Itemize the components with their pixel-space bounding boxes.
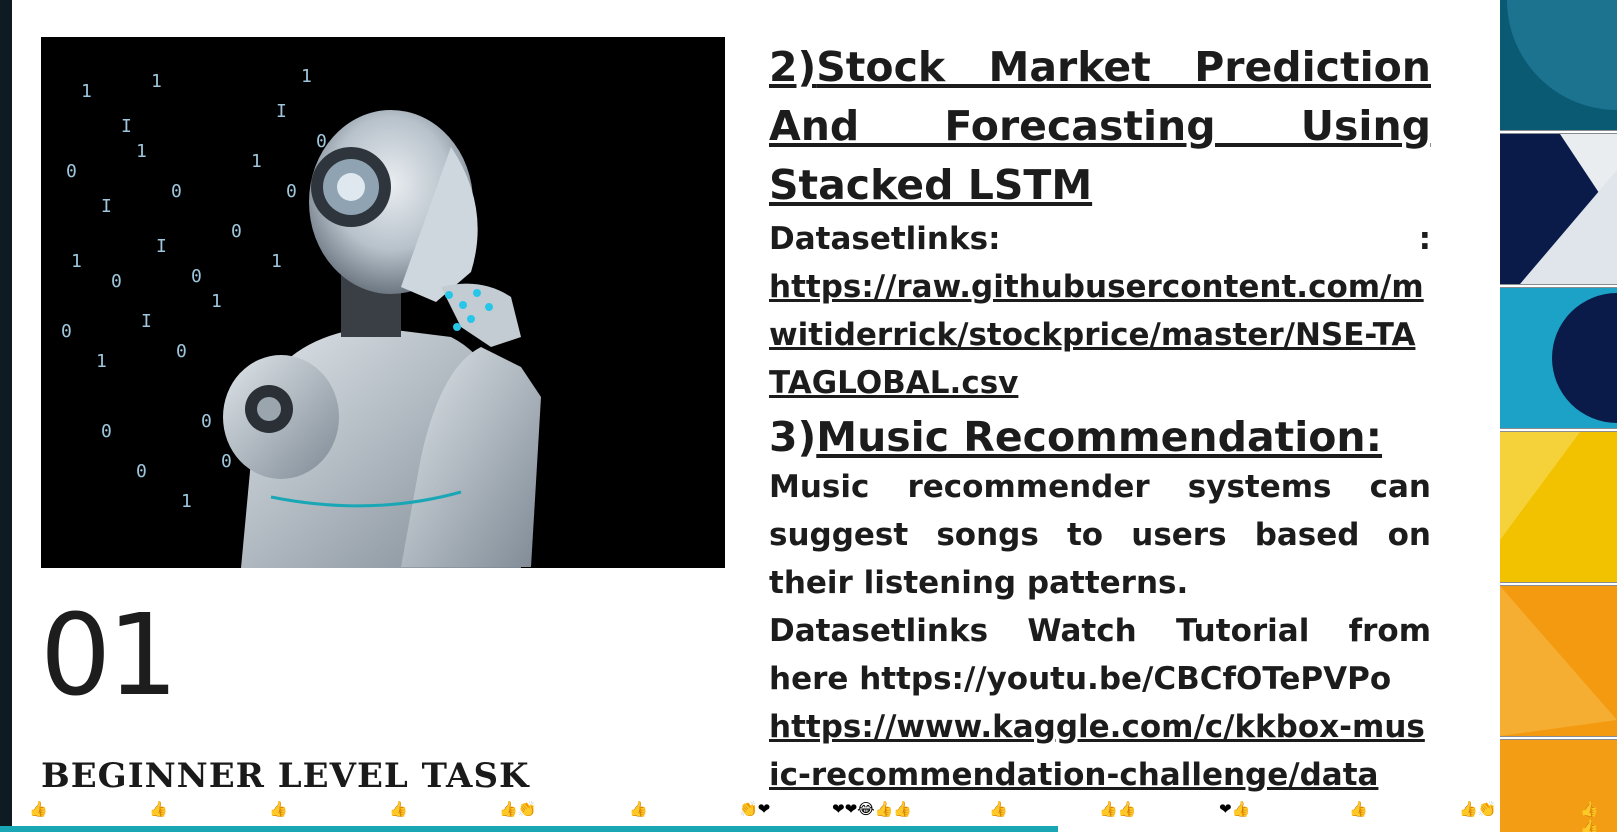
stock-dataset-link[interactable]: https://raw.githubusercontent.com/mwitid… (769, 263, 1431, 407)
section-2-title: Stock Market Prediction And Forecasting … (769, 43, 1431, 209)
dataset-colon: : (1418, 221, 1431, 257)
left-frame-edge (0, 0, 12, 832)
svg-text:0: 0 (136, 461, 147, 482)
reaction-3: 👍 (389, 800, 408, 818)
reaction-2: 👍 (269, 800, 288, 818)
reaction-13: 👍👍 (1580, 800, 1599, 832)
svg-text:1: 1 (251, 151, 262, 172)
reaction-1: 👍 (149, 800, 168, 818)
section-2-heading: 2)Stock Market Prediction And Forecastin… (769, 38, 1431, 215)
svg-text:1: 1 (136, 141, 147, 162)
kaggle-link[interactable]: https://www.kaggle.com/c/kkbox-music-rec… (769, 703, 1431, 799)
reaction-10: ❤👍 (1219, 800, 1251, 818)
reaction-6: 👏❤ (739, 800, 771, 818)
svg-text:0: 0 (101, 421, 112, 442)
section-3-heading: 3)Music Recommendation: (769, 411, 1431, 463)
svg-text:0: 0 (176, 341, 187, 362)
section-2-number: 2) (769, 43, 817, 91)
progress-bar (0, 826, 1058, 832)
svg-text:0: 0 (231, 221, 242, 242)
reaction-12: 👍👏 (1459, 800, 1497, 818)
decorative-tile-strip: 👍👍 (1500, 0, 1617, 832)
slide-content: 2)Stock Market Prediction And Forecastin… (769, 38, 1431, 799)
section-3-number: 3) (769, 413, 817, 461)
svg-text:0: 0 (201, 411, 212, 432)
reaction-11: 👍 (1349, 800, 1368, 818)
svg-text:1: 1 (301, 66, 312, 87)
reaction-strip: 👍 👍 👍 👍 👍👏 👍 👏❤ ❤❤😂👍👍 👍 👍👍 ❤👍 👍 👍👏 (12, 800, 1500, 824)
svg-text:0: 0 (221, 451, 232, 472)
reaction-0: 👍 (29, 800, 48, 818)
reaction-4: 👍👏 (499, 800, 537, 818)
svg-text:I: I (121, 116, 132, 137)
svg-text:1: 1 (81, 81, 92, 102)
reaction-5: 👍 (629, 800, 648, 818)
svg-text:0: 0 (111, 271, 122, 292)
reaction-9: 👍👍 (1099, 800, 1137, 818)
svg-text:1: 1 (181, 491, 192, 512)
svg-text:I: I (141, 311, 152, 332)
svg-text:I: I (156, 236, 167, 257)
music-description: Music recommender systems can suggest so… (769, 469, 1431, 601)
svg-text:1: 1 (211, 291, 222, 312)
svg-text:1: 1 (271, 251, 282, 272)
svg-text:0: 0 (171, 181, 182, 202)
svg-text:0: 0 (61, 321, 72, 342)
svg-text:I: I (101, 196, 112, 217)
reaction-8: 👍 (989, 800, 1008, 818)
music-dataset-line: Datasetlinks Watch Tutorial from here ht… (769, 613, 1431, 697)
robot-thinking-image: 1I1 0I1 010 I00 1I0 101 I10 000 010 001 (41, 37, 725, 568)
dataset-label: Datasetlinks: (769, 221, 1001, 257)
svg-text:0: 0 (66, 161, 77, 182)
svg-text:0: 0 (191, 266, 202, 287)
svg-text:I: I (276, 101, 287, 122)
svg-text:1: 1 (71, 251, 82, 272)
svg-text:1: 1 (96, 351, 107, 372)
task-level-title: BEGINNER LEVEL TASK (41, 756, 530, 796)
presentation-slide: 1I1 0I1 010 I00 1I0 101 I10 000 010 001 (12, 0, 1500, 832)
section-3-title: Music Recommendation: (816, 413, 1383, 461)
svg-text:0: 0 (286, 181, 297, 202)
slide-number: 01 (40, 591, 179, 721)
reaction-7: ❤❤😂👍👍 (832, 800, 913, 818)
svg-text:1: 1 (151, 71, 162, 92)
dataset-label-line: Datasetlinks: : (769, 215, 1431, 263)
